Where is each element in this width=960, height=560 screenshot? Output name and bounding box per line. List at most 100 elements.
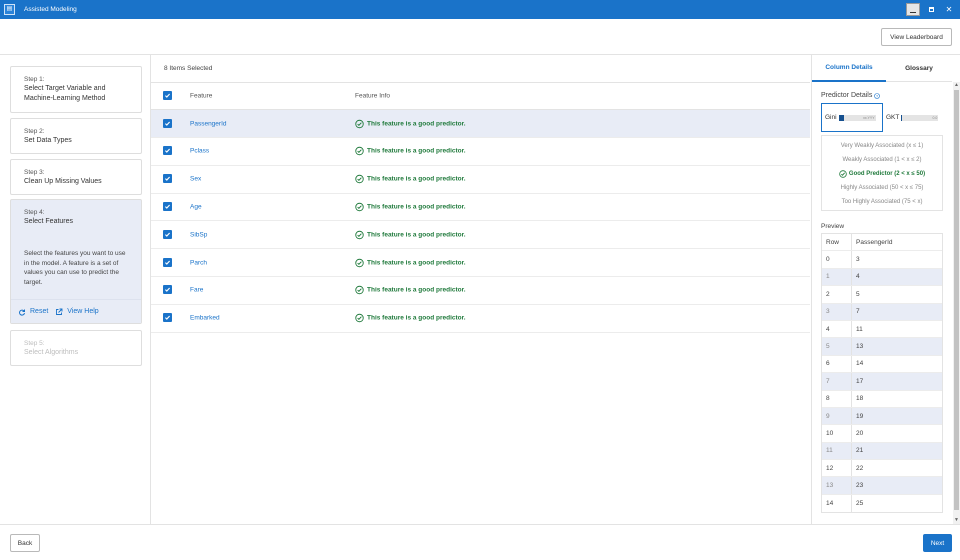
check-icon [165, 315, 171, 320]
scroll-down-icon[interactable]: ▼ [954, 518, 959, 523]
feature-name[interactable]: PassengerId [190, 120, 227, 127]
preview-row: 4 11 [822, 320, 942, 339]
details-tabs: Column Details Glossary [812, 55, 952, 82]
gkt-label: GKT [886, 114, 900, 121]
minimize-icon[interactable] [906, 3, 920, 16]
table-row[interactable]: Pclass This feature is a good predictor. [151, 138, 810, 166]
check-circle-icon [355, 230, 364, 239]
maximize-icon[interactable] [924, 3, 938, 16]
row-checkbox[interactable] [163, 257, 172, 267]
feature-info: This feature is a good predictor. [355, 313, 466, 323]
preview-row-index: 5 [822, 338, 852, 355]
gini-label: Gini [825, 114, 837, 121]
feature-name[interactable]: Sex [190, 176, 201, 183]
feature-name[interactable]: Fare [190, 287, 203, 294]
preview-row: 03 [822, 251, 942, 269]
row-checkbox[interactable] [163, 146, 172, 156]
scrollbar-thumb[interactable] [954, 90, 959, 510]
steps-panel: Step 1: Select Target Variable and Machi… [0, 55, 151, 524]
scroll-up-icon[interactable]: ▲ [954, 83, 959, 88]
preview-cell: 4 [856, 273, 860, 281]
table-row[interactable]: Embarked This feature is a good predictor… [151, 305, 810, 333]
table-row[interactable]: SibSp This feature is a good predictor. [151, 221, 810, 250]
step-5-disabled: Step 5: Select Algorithms [10, 330, 142, 366]
table-row[interactable]: PassengerId This feature is a good predic… [151, 110, 810, 138]
table-row[interactable]: Age This feature is a good predictor. [151, 193, 810, 222]
preview-cell: 20 [856, 429, 864, 437]
tab-glossary[interactable]: Glossary [886, 55, 952, 82]
feature-name[interactable]: Embarked [190, 315, 220, 322]
step-number: Step 4: [24, 209, 45, 216]
preview-row: 12 22 [822, 460, 942, 478]
gkt-bar-fill [901, 114, 903, 121]
preview-cell: 18 [856, 395, 864, 403]
next-button[interactable]: Next [923, 534, 952, 552]
step-2[interactable]: Step 2: Set Data Types [10, 118, 142, 154]
back-button[interactable]: Back [10, 534, 40, 552]
row-checkbox[interactable] [163, 174, 172, 184]
preview-cell: 25 [856, 500, 864, 508]
grid-header: Feature Feature Info [151, 82, 810, 110]
row-checkbox[interactable] [163, 118, 172, 128]
select-all-checkbox[interactable] [163, 91, 172, 100]
preview-row: 25 [822, 286, 942, 304]
row-checkbox[interactable] [163, 229, 172, 239]
step-title: Clean Up Missing Values [24, 178, 102, 185]
gini-value: xx.YYY [863, 115, 875, 120]
reset-button[interactable]: Reset [18, 308, 48, 316]
step-4-active[interactable]: Step 4: Select Features Select the featu… [10, 199, 142, 324]
check-circle-icon [355, 313, 364, 323]
feature-info-column-header[interactable]: Feature Info [355, 93, 390, 100]
step-title: Select Target Variable and Machine-Learn… [24, 85, 106, 102]
step-title: Select Features [24, 218, 74, 225]
feature-info: This feature is a good predictor. [355, 258, 466, 267]
help-icon[interactable]: ? [874, 92, 881, 99]
row-checkbox[interactable] [163, 201, 172, 211]
tab-column-details[interactable]: Column Details [812, 55, 886, 82]
preview-row: 14 [822, 268, 942, 287]
check-icon [165, 260, 171, 265]
close-icon[interactable]: ✕ [942, 3, 956, 16]
check-circle-icon [355, 202, 364, 212]
view-help-link[interactable]: View Help [55, 308, 99, 316]
table-row[interactable]: Sex This feature is a good predictor. [151, 166, 810, 194]
scale-item: Highly Associated (50 < x ≤ 75) [840, 185, 924, 191]
check-icon [165, 93, 171, 98]
feature-info-text: This feature is a good predictor. [367, 203, 466, 211]
view-leaderboard-button[interactable]: View Leaderboard [881, 28, 952, 46]
feature-info-text: This feature is a good predictor. [367, 286, 466, 294]
footer-bar: Back Next [0, 524, 960, 560]
top-toolbar: View Leaderboard [0, 19, 960, 55]
table-row[interactable]: Fare This feature is a good predictor. [151, 277, 810, 305]
feature-name[interactable]: Parch [190, 259, 207, 266]
preview-row-index: 3 [822, 303, 852, 320]
preview-row: 14 25 [822, 494, 942, 513]
step-1[interactable]: Step 1: Select Target Variable and Machi… [10, 66, 142, 113]
row-checkbox[interactable] [163, 313, 172, 323]
preview-cell: 14 [856, 360, 864, 368]
step-3[interactable]: Step 3: Clean Up Missing Values [10, 159, 142, 195]
check-icon [165, 176, 171, 181]
details-scrollbar[interactable]: ▲ ▼ [953, 82, 960, 524]
preview-row: 37 [822, 303, 942, 321]
feature-name[interactable]: Age [190, 203, 202, 210]
table-row[interactable]: Parch This feature is a good predictor. [151, 249, 810, 277]
preview-cell: 11 [856, 325, 863, 333]
check-icon [165, 148, 171, 154]
gini-metric[interactable]: Gini xx.YYY [821, 103, 883, 132]
gkt-metric[interactable]: GKT 0.0 [885, 103, 943, 132]
scale-item-label: Good Predictor (2 < x ≤ 50) [848, 171, 926, 177]
step-description: Select the features you want to use in t… [24, 250, 126, 286]
row-checkbox[interactable] [163, 285, 172, 295]
feature-info-text: This feature is a good predictor. [367, 314, 466, 322]
preview-row-index: 10 [822, 425, 852, 442]
feature-info-text: This feature is a good predictor. [367, 120, 466, 127]
preview-row: 9 19 [822, 407, 942, 426]
predictor-details-label: Predictor Details [821, 92, 873, 99]
feature-name[interactable]: Pclass [190, 148, 209, 155]
preview-cell: 21 [856, 447, 864, 455]
preview-row-index: 2 [822, 286, 852, 303]
feature-name[interactable]: SibSp [190, 231, 207, 238]
scale-item: Too Highly Associated (75 < x) [841, 199, 923, 205]
feature-column-header[interactable]: Feature [190, 93, 212, 100]
